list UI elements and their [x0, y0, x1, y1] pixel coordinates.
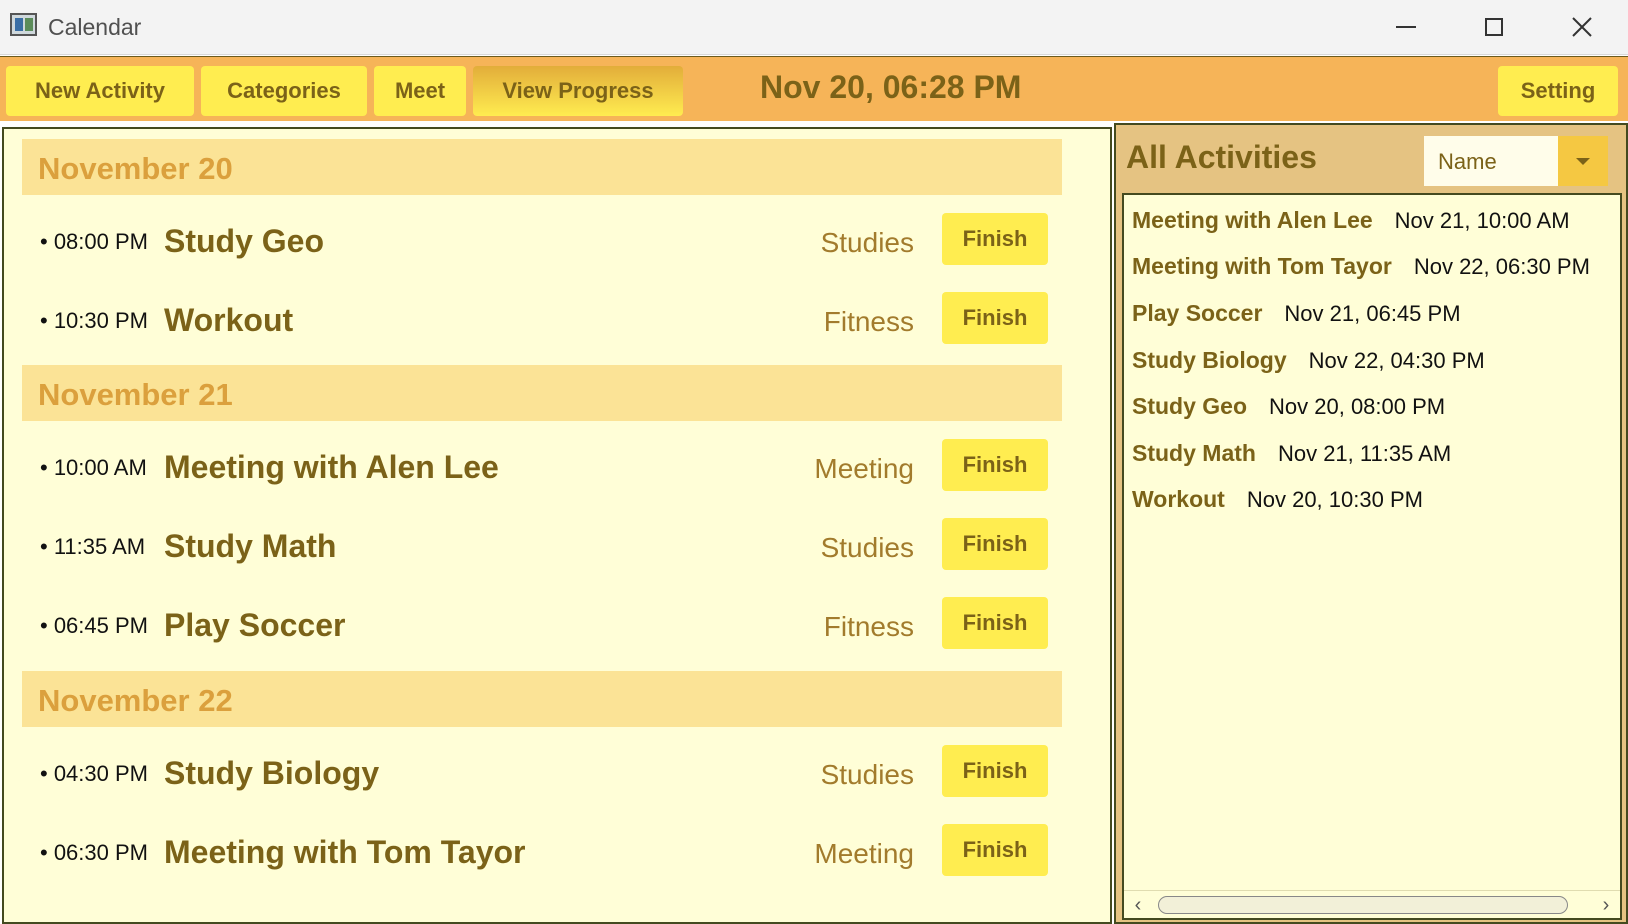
all-activities-list: Meeting with Alen Lee Nov 21, 10:00 AM Me… — [1122, 193, 1622, 920]
finish-button[interactable]: Finish — [942, 597, 1048, 649]
sort-value: Name — [1438, 149, 1497, 174]
activity-row: • 04:30 PM Study Biology Studies Finish — [4, 745, 1104, 805]
all-activities-panel: All Activities Name Meeting with Alen Le… — [1114, 123, 1628, 924]
horizontal-scrollbar[interactable]: ‹ › — [1124, 890, 1620, 918]
activity-name: Meeting with Tom Tayor — [164, 834, 526, 870]
list-item[interactable]: Study Geo Nov 20, 08:00 PM — [1132, 393, 1445, 427]
activity-name: Study Geo — [164, 223, 325, 259]
day-header: November 22 — [22, 671, 1062, 727]
list-item-date: Nov 21, 11:35 AM — [1277, 441, 1452, 466]
day-header: November 21 — [22, 365, 1062, 421]
activity-time: • 06:30 PM — [40, 840, 148, 865]
activity-category: Meeting — [814, 453, 914, 484]
app-icon — [10, 13, 37, 36]
chevron-down-icon — [1576, 157, 1590, 165]
activity-row: • 06:30 PM Meeting with Tom Tayor Meetin… — [4, 824, 1104, 884]
list-item-name: Meeting with Alen Lee — [1132, 207, 1373, 233]
day-label: November 21 — [38, 377, 233, 412]
day-label: November 20 — [38, 151, 233, 186]
activity-row: • 10:30 PM Workout Fitness Finish — [4, 292, 1104, 352]
new-activity-button[interactable]: New Activity — [6, 66, 194, 116]
activity-category: Fitness — [823, 306, 914, 337]
activity-time: • 08:00 PM — [40, 229, 148, 254]
list-item-date: Nov 22, 06:30 PM — [1413, 254, 1590, 279]
finish-button[interactable]: Finish — [942, 292, 1048, 344]
activity-time: • 06:45 PM — [40, 613, 148, 638]
finish-button[interactable]: Finish — [942, 824, 1048, 876]
activity-row: • 08:00 PM Study Geo Studies Finish — [4, 213, 1104, 273]
list-item[interactable]: Workout Nov 20, 10:30 PM — [1132, 486, 1423, 520]
finish-button[interactable]: Finish — [942, 439, 1048, 491]
window-titlebar: Calendar — [0, 0, 1628, 55]
list-item-name: Study Biology — [1132, 347, 1287, 373]
activity-name: Meeting with Alen Lee — [164, 449, 499, 485]
activity-category: Studies — [820, 227, 914, 258]
list-item-date: Nov 21, 10:00 AM — [1394, 208, 1570, 233]
window-title: Calendar — [48, 14, 142, 40]
day-header: November 20 — [22, 139, 1062, 195]
dropdown-arrow-button[interactable] — [1558, 136, 1608, 186]
view-progress-button[interactable]: View Progress — [473, 66, 683, 116]
schedule-panel: November 20 • 08:00 PM Study Geo Studies… — [2, 127, 1112, 924]
scrollbar-thumb[interactable] — [1158, 896, 1568, 914]
activity-time: • 10:00 AM — [40, 455, 147, 480]
list-item-date: Nov 21, 06:45 PM — [1284, 301, 1461, 326]
activity-name: Study Biology — [164, 755, 380, 791]
list-item-date: Nov 20, 10:30 PM — [1246, 487, 1423, 512]
activity-row: • 06:45 PM Play Soccer Fitness Finish — [4, 597, 1104, 657]
list-item-date: Nov 20, 08:00 PM — [1269, 394, 1446, 419]
minimize-button[interactable] — [1376, 8, 1436, 46]
list-item[interactable]: Study Math Nov 21, 11:35 AM — [1132, 440, 1451, 474]
activity-category: Studies — [820, 759, 914, 790]
list-item[interactable]: Study Biology Nov 22, 04:30 PM — [1132, 347, 1485, 381]
maximize-icon — [1485, 18, 1503, 36]
scroll-right-icon[interactable]: › — [1596, 895, 1616, 915]
finish-button[interactable]: Finish — [942, 518, 1048, 570]
sort-select[interactable]: Name — [1424, 136, 1608, 186]
list-item-name: Study Math — [1132, 440, 1256, 466]
activity-row: • 11:35 AM Study Math Studies Finish — [4, 518, 1104, 578]
finish-button[interactable]: Finish — [942, 745, 1048, 797]
list-item[interactable]: Play Soccer Nov 21, 06:45 PM — [1132, 300, 1461, 334]
activity-time: • 04:30 PM — [40, 761, 148, 786]
list-item-name: Meeting with Tom Tayor — [1132, 253, 1392, 279]
close-icon — [1572, 17, 1592, 37]
list-item[interactable]: Meeting with Tom Tayor Nov 22, 06:30 PM — [1132, 253, 1590, 287]
current-datetime: Nov 20, 06:28 PM — [760, 69, 1022, 105]
meet-button[interactable]: Meet — [374, 66, 466, 116]
list-item-name: Study Geo — [1132, 393, 1248, 419]
minimize-icon — [1396, 26, 1416, 28]
scroll-left-icon[interactable]: ‹ — [1128, 895, 1148, 915]
activity-time: • 11:35 AM — [40, 534, 146, 559]
setting-button[interactable]: Setting — [1498, 66, 1618, 116]
activity-time: • 10:30 PM — [40, 308, 148, 333]
close-button[interactable] — [1552, 8, 1612, 46]
activity-category: Fitness — [823, 611, 914, 642]
activity-category: Studies — [820, 532, 914, 563]
activity-row: • 10:00 AM Meeting with Alen Lee Meeting… — [4, 439, 1104, 499]
list-item-date: Nov 22, 04:30 PM — [1308, 348, 1485, 373]
finish-button[interactable]: Finish — [942, 213, 1048, 265]
activity-name: Play Soccer — [164, 607, 346, 643]
maximize-button[interactable] — [1464, 8, 1524, 46]
list-item[interactable]: Meeting with Alen Lee Nov 21, 10:00 AM — [1132, 207, 1570, 241]
list-item-name: Workout — [1132, 486, 1225, 512]
toolbar: New Activity Categories Meet View Progre… — [0, 56, 1628, 121]
list-item-name: Play Soccer — [1132, 300, 1263, 326]
activity-name: Workout — [164, 302, 294, 338]
activity-name: Study Math — [164, 528, 337, 564]
day-label: November 22 — [38, 683, 233, 718]
categories-button[interactable]: Categories — [201, 66, 367, 116]
all-activities-title: All Activities — [1126, 139, 1317, 175]
activity-category: Meeting — [814, 838, 914, 869]
